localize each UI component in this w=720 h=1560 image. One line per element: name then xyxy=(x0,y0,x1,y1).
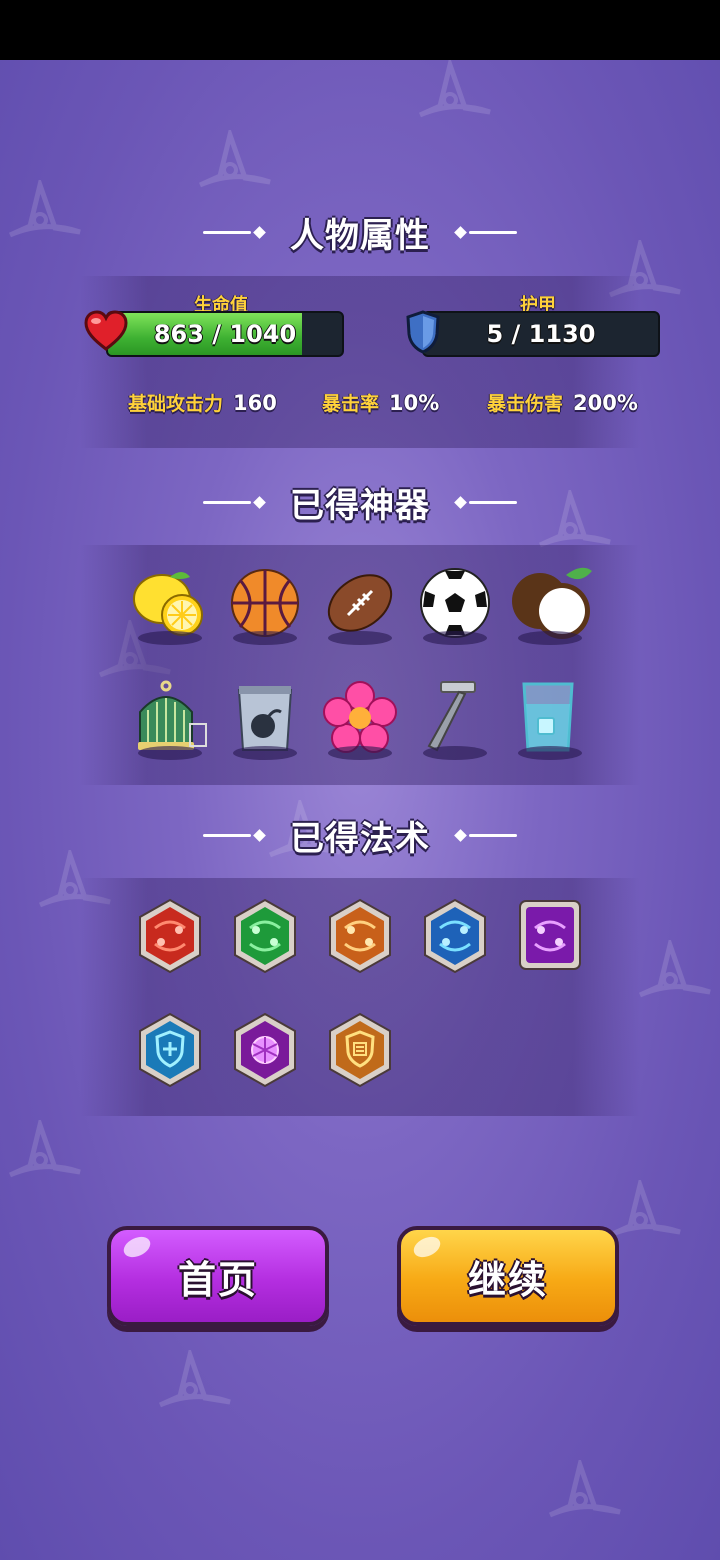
artifact-bomb-bag[interactable] xyxy=(225,680,305,760)
artifact-ice-water-glass[interactable] xyxy=(510,680,590,760)
witch-hat-pattern-icon xyxy=(638,940,711,998)
attributes-section-header: 人物属性 xyxy=(0,207,720,257)
stat-crit-damage-value: 200% xyxy=(573,391,638,415)
artifacts-section-header: 已得神器 xyxy=(0,477,720,527)
button-shine xyxy=(120,1232,154,1262)
gold-shield-spell-icon[interactable] xyxy=(327,1012,393,1088)
artifact-razor[interactable] xyxy=(415,680,495,760)
shield-icon xyxy=(406,310,440,354)
blue-spell-icon[interactable] xyxy=(422,898,488,974)
witch-hat-pattern-icon xyxy=(548,1460,621,1518)
purple-spell-icon[interactable] xyxy=(517,898,583,974)
stat-crit-rate-label: 暴击率 xyxy=(322,393,380,415)
witch-hat-pattern-icon xyxy=(8,1120,81,1178)
artifact-coconut[interactable] xyxy=(510,565,592,645)
home-button-label: 首页 xyxy=(177,1257,258,1302)
shield-plus-spell-icon[interactable] xyxy=(137,1012,203,1088)
artifact-soccer-ball[interactable] xyxy=(415,565,495,645)
stat-attack-label: 基础攻击力 xyxy=(128,393,224,415)
hp-value: 863 / 1040 xyxy=(153,320,297,348)
spells-section-header: 已得法术 xyxy=(0,810,720,860)
green-spell-icon[interactable] xyxy=(232,898,298,974)
continue-button[interactable]: 继续 xyxy=(397,1226,619,1326)
armor-bar: 5 / 1130 xyxy=(422,311,660,357)
stat-crit-damage-label: 暴击伤害 xyxy=(487,393,564,415)
artifact-lemon[interactable] xyxy=(130,565,210,645)
home-button[interactable]: 首页 xyxy=(107,1226,329,1326)
spells-panel xyxy=(80,878,640,1116)
artifacts-panel xyxy=(80,545,640,785)
artifact-birdcage[interactable] xyxy=(130,680,210,760)
heart-icon xyxy=(84,310,128,351)
title-ornament-right xyxy=(452,828,517,842)
witch-hat-pattern-icon xyxy=(418,60,491,118)
attributes-panel: 生命值 863 / 1040 护甲 5 / 1130 基础攻击力 160 暴击率 1… xyxy=(80,276,660,448)
stat-attack-value: 160 xyxy=(233,391,277,415)
purple-gem-spell-icon[interactable] xyxy=(232,1012,298,1088)
title-ornament-right xyxy=(452,495,517,509)
status-bar xyxy=(0,0,720,60)
attributes-title: 人物属性 xyxy=(290,215,430,256)
button-shine xyxy=(410,1232,444,1262)
red-spell-icon[interactable] xyxy=(137,898,203,974)
stat-attack: 基础攻击力 160 xyxy=(128,389,277,416)
stat-crit-rate: 暴击率 10% xyxy=(322,389,439,416)
stat-crit-damage: 暴击伤害 200% xyxy=(487,389,638,416)
witch-hat-pattern-icon xyxy=(198,130,271,188)
hp-bar: 863 / 1040 xyxy=(106,311,344,357)
title-ornament-left xyxy=(203,225,268,239)
spells-title: 已得法术 xyxy=(290,818,430,859)
artifact-basketball[interactable] xyxy=(225,565,305,645)
title-ornament-left xyxy=(203,828,268,842)
orange-spell-icon[interactable] xyxy=(327,898,393,974)
stat-crit-rate-value: 10% xyxy=(389,391,440,415)
title-ornament-right xyxy=(452,225,517,239)
witch-hat-pattern-icon xyxy=(158,1350,231,1408)
continue-button-label: 继续 xyxy=(467,1257,548,1302)
artifact-football[interactable] xyxy=(320,565,400,645)
artifact-pink-flower[interactable] xyxy=(320,680,400,760)
artifacts-title: 已得神器 xyxy=(290,485,430,526)
title-ornament-left xyxy=(203,495,268,509)
armor-value: 5 / 1130 xyxy=(486,320,596,348)
